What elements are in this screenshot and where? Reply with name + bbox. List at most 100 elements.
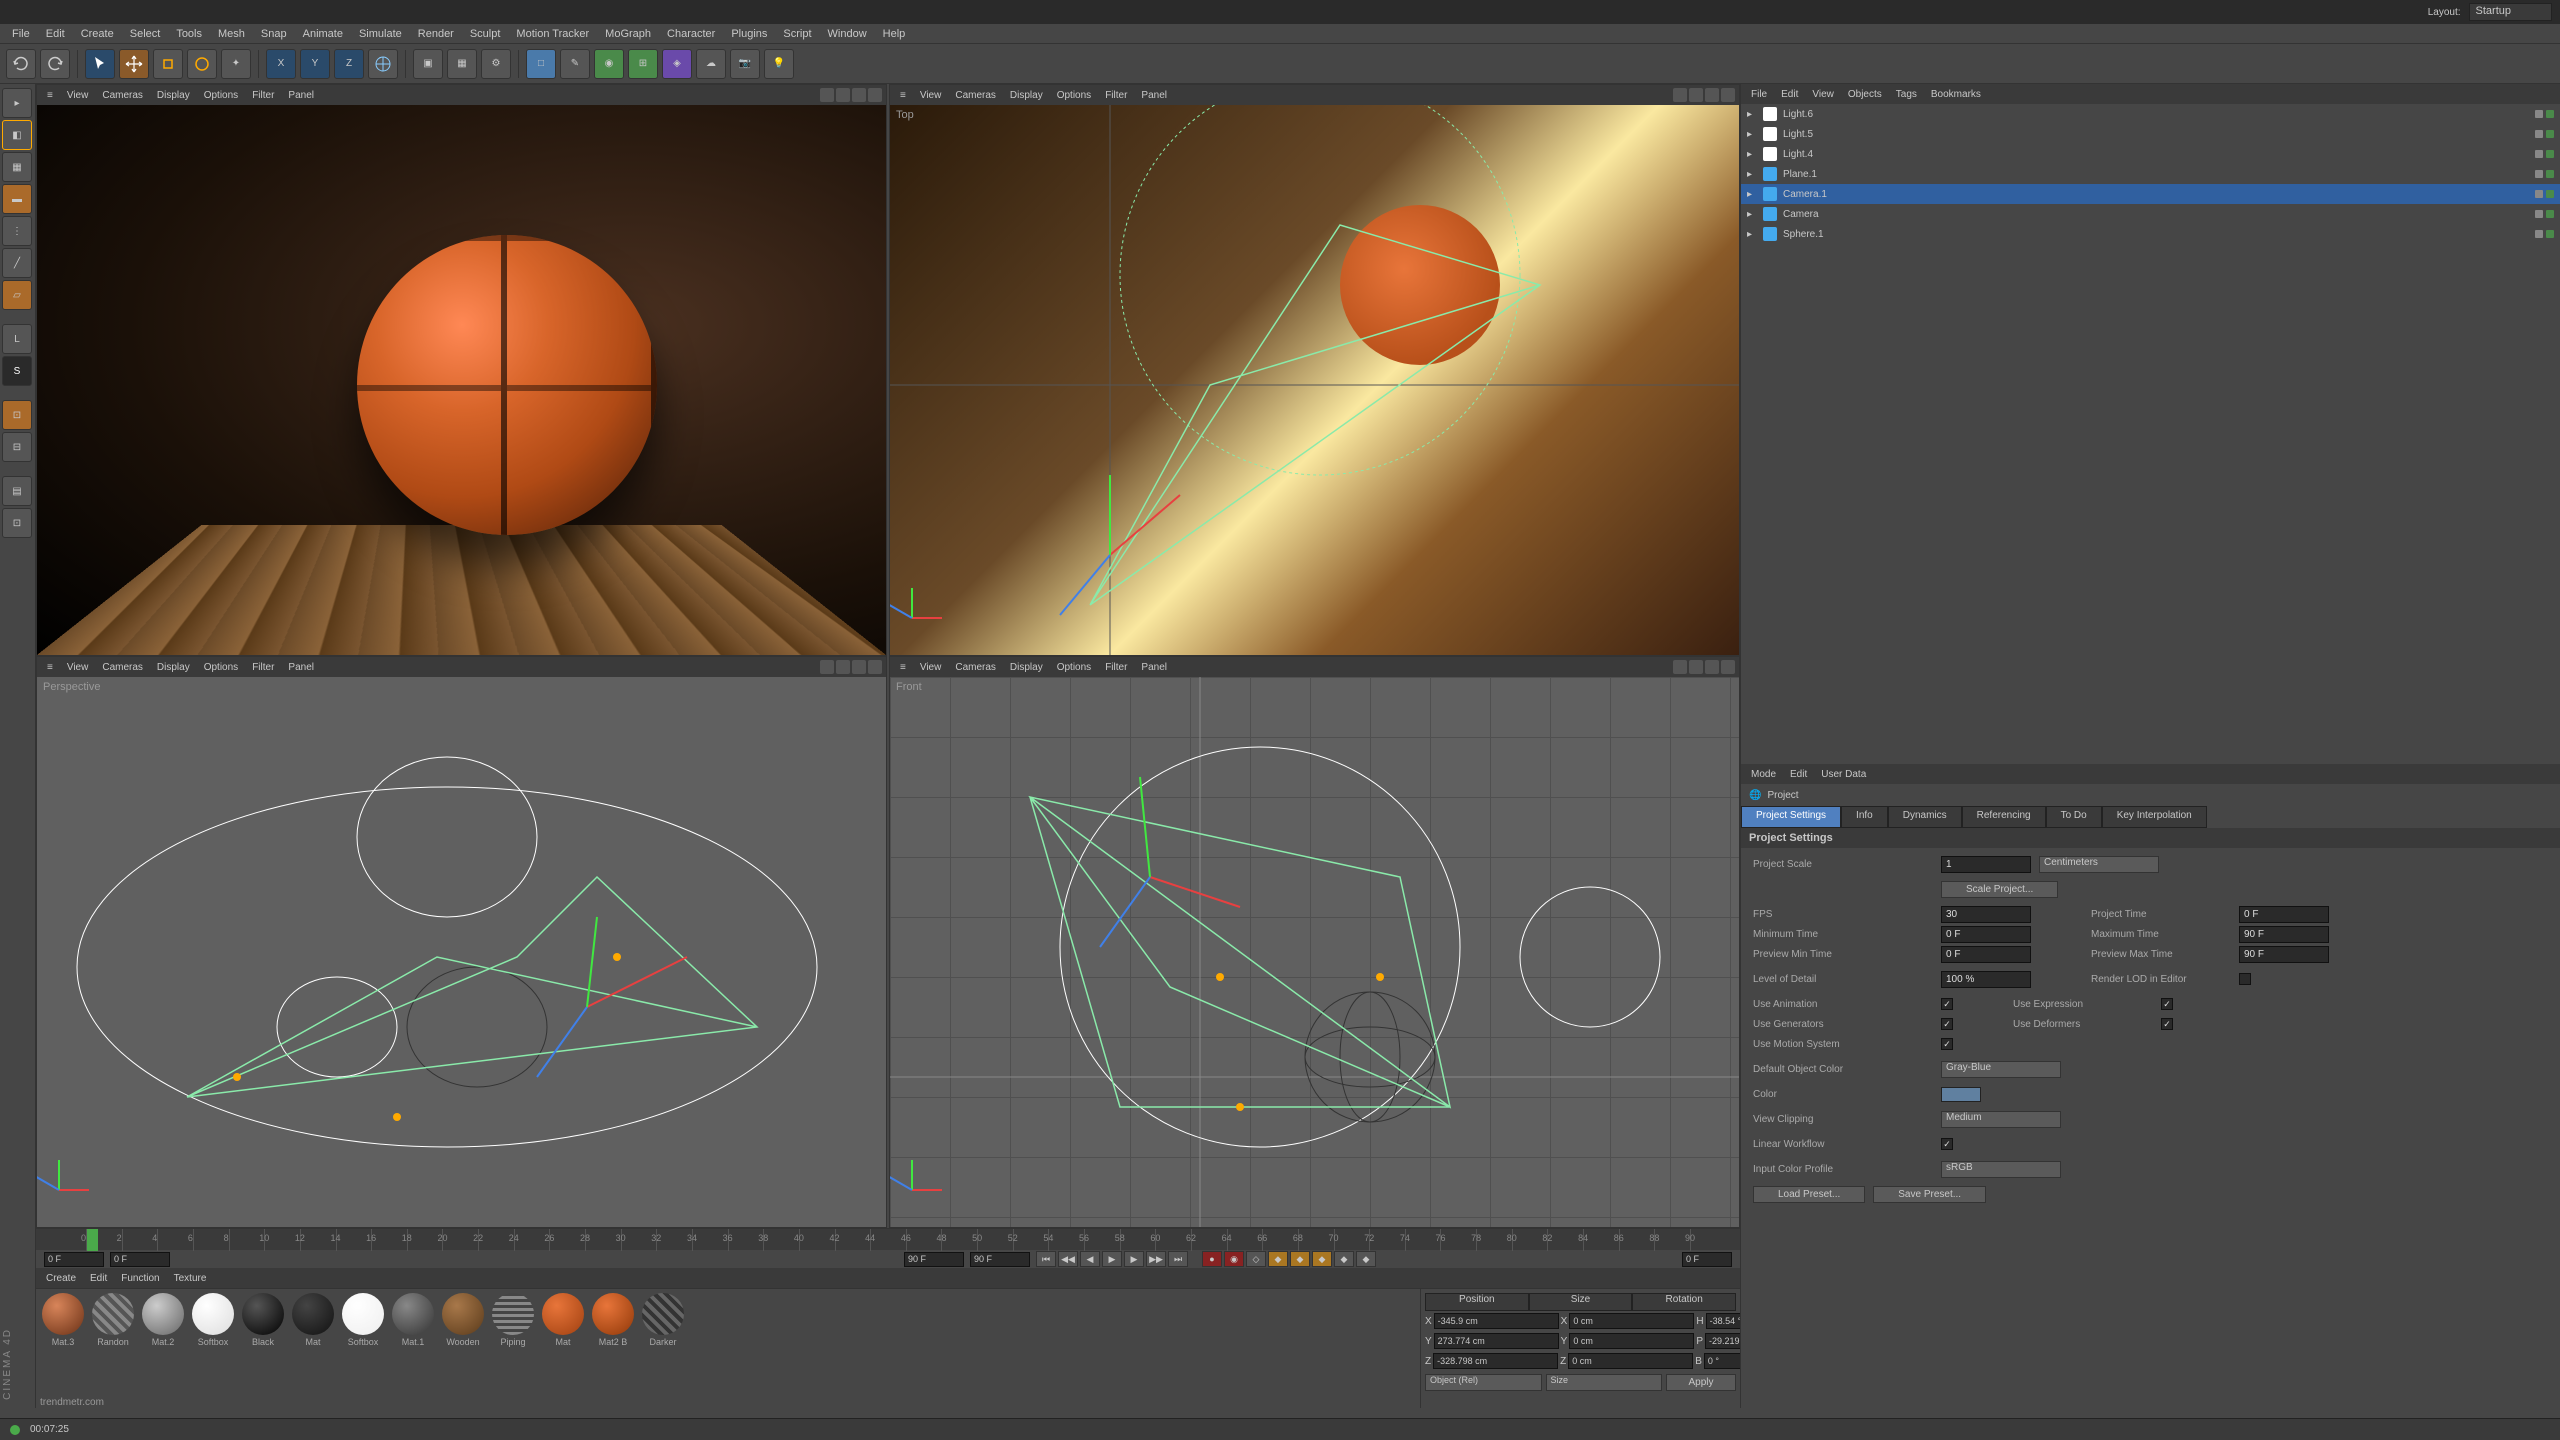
prev-min-input[interactable]	[1941, 946, 2031, 963]
environment-tool[interactable]: ☁	[696, 49, 726, 79]
viewport-solo[interactable]: S	[2, 356, 32, 386]
render-view-btn[interactable]: ▣	[413, 49, 443, 79]
objmenu-tags[interactable]: Tags	[1890, 87, 1923, 102]
camera-tool[interactable]: 📷	[730, 49, 760, 79]
key-rot[interactable]: ◆	[1312, 1251, 1332, 1267]
use-def-check[interactable]	[2161, 1018, 2173, 1030]
clip-select[interactable]: Medium	[1941, 1111, 2061, 1128]
coord-apply[interactable]: Apply	[1666, 1374, 1736, 1391]
play[interactable]: ▶	[1102, 1251, 1122, 1267]
vmenu-panel[interactable]: Panel	[282, 88, 320, 103]
key-param[interactable]: ◆	[1334, 1251, 1354, 1267]
viewport-grip-icon[interactable]: ≡	[41, 660, 59, 675]
vmenu-filter[interactable]: Filter	[246, 88, 280, 103]
viewport-icon[interactable]	[852, 88, 866, 102]
viewport-icon[interactable]	[1689, 88, 1703, 102]
attrmenu-edit[interactable]: Edit	[1784, 767, 1813, 782]
viewport-icon[interactable]	[1721, 660, 1735, 674]
menu-motion-tracker[interactable]: Motion Tracker	[508, 26, 597, 42]
make-editable[interactable]: ▸	[2, 88, 32, 118]
menu-plugins[interactable]: Plugins	[723, 26, 775, 42]
material-piping[interactable]: Piping	[490, 1293, 536, 1347]
vmenu-options[interactable]: Options	[1051, 88, 1097, 103]
next-frame[interactable]: ▶	[1124, 1251, 1144, 1267]
material-randon[interactable]: Randon	[90, 1293, 136, 1347]
menu-animate[interactable]: Animate	[295, 26, 351, 42]
viewport-grip-icon[interactable]: ≡	[894, 88, 912, 103]
max-time-input[interactable]	[2239, 926, 2329, 943]
viewport-icon[interactable]	[868, 660, 882, 674]
menu-select[interactable]: Select	[122, 26, 169, 42]
cube-primitive[interactable]: □	[526, 49, 556, 79]
timeline-ruler[interactable]: 0246810121416182022242628303234363840424…	[36, 1229, 1740, 1250]
matmenu-function[interactable]: Function	[115, 1271, 165, 1286]
menu-sculpt[interactable]: Sculpt	[462, 26, 509, 42]
vmenu-filter[interactable]: Filter	[246, 660, 280, 675]
viewport-br[interactable]: ≡ViewCamerasDisplayOptionsFilterPanel Fr…	[889, 656, 1740, 1228]
viewport-icon[interactable]	[836, 88, 850, 102]
timeline-frame[interactable]	[1682, 1252, 1732, 1267]
pos-x[interactable]	[1434, 1313, 1559, 1329]
object-light-5[interactable]: ▸Light.5	[1741, 124, 2560, 144]
viewport-bl[interactable]: ≡ViewCamerasDisplayOptionsFilterPanel Pe…	[36, 656, 887, 1228]
objmenu-edit[interactable]: Edit	[1775, 87, 1804, 102]
vmenu-filter[interactable]: Filter	[1099, 660, 1133, 675]
timeline-start[interactable]	[44, 1252, 104, 1267]
objmenu-file[interactable]: File	[1745, 87, 1773, 102]
vmenu-options[interactable]: Options	[198, 88, 244, 103]
move-tool[interactable]	[119, 49, 149, 79]
icp-select[interactable]: sRGB	[1941, 1161, 2061, 1178]
coord-mode-1[interactable]: Object (Rel)	[1425, 1374, 1542, 1391]
prev-key[interactable]: ◀◀	[1058, 1251, 1078, 1267]
viewport-icon[interactable]	[852, 660, 866, 674]
objmenu-objects[interactable]: Objects	[1842, 87, 1888, 102]
material-darker[interactable]: Darker	[640, 1293, 686, 1347]
vmenu-view[interactable]: View	[914, 660, 948, 675]
viewport-icon[interactable]	[836, 660, 850, 674]
material-mat2-b[interactable]: Mat2 B	[590, 1293, 636, 1347]
coord-system[interactable]	[368, 49, 398, 79]
menu-edit[interactable]: Edit	[38, 26, 73, 42]
min-time-input[interactable]	[1941, 926, 2031, 943]
axis-z[interactable]: Z	[334, 49, 364, 79]
axis-mode[interactable]: L	[2, 324, 32, 354]
viewport-icon[interactable]	[868, 88, 882, 102]
matmenu-edit[interactable]: Edit	[84, 1271, 113, 1286]
key-scale[interactable]: ◆	[1290, 1251, 1310, 1267]
size-x[interactable]	[1569, 1313, 1694, 1329]
model-mode[interactable]: ◧	[2, 120, 32, 150]
deformer-tool[interactable]: ◈	[662, 49, 692, 79]
save-preset-btn[interactable]: Save Preset...	[1873, 1186, 1986, 1203]
size-z[interactable]	[1568, 1353, 1693, 1369]
tab-to-do[interactable]: To Do	[2046, 806, 2102, 828]
object-sphere-1[interactable]: ▸Sphere.1	[1741, 224, 2560, 244]
axis-y[interactable]: Y	[300, 49, 330, 79]
layout-select[interactable]: Startup	[2469, 3, 2552, 21]
object-camera[interactable]: ▸Camera	[1741, 204, 2560, 224]
select-tool[interactable]	[85, 49, 115, 79]
timeline-end[interactable]	[904, 1252, 964, 1267]
vmenu-cameras[interactable]: Cameras	[949, 88, 1002, 103]
vmenu-panel[interactable]: Panel	[1135, 660, 1173, 675]
viewport-icon[interactable]	[820, 88, 834, 102]
use-motion-check[interactable]	[1941, 1038, 1953, 1050]
object-camera-1[interactable]: ▸Camera.1	[1741, 184, 2560, 204]
render-region-btn[interactable]: ▦	[447, 49, 477, 79]
next-key[interactable]: ▶▶	[1146, 1251, 1166, 1267]
tab-info[interactable]: Info	[1841, 806, 1888, 828]
tab-project-settings[interactable]: Project Settings	[1741, 806, 1841, 828]
pos-z[interactable]	[1433, 1353, 1558, 1369]
workplane-lock[interactable]: ⊡	[2, 508, 32, 538]
menu-window[interactable]: Window	[820, 26, 875, 42]
pos-y[interactable]	[1434, 1333, 1559, 1349]
timeline-current[interactable]	[110, 1252, 170, 1267]
viewport-icon[interactable]	[1673, 660, 1687, 674]
playhead[interactable]	[86, 1229, 98, 1251]
object-tree[interactable]: ▸Light.6▸Light.5▸Light.4▸Plane.1▸Camera.…	[1741, 104, 2560, 764]
undo-button[interactable]	[6, 49, 36, 79]
tab-key-interpolation[interactable]: Key Interpolation	[2102, 806, 2207, 828]
vmenu-cameras[interactable]: Cameras	[949, 660, 1002, 675]
tab-referencing[interactable]: Referencing	[1962, 806, 2046, 828]
workplane-x[interactable]: ▤	[2, 476, 32, 506]
viewport-grip-icon[interactable]: ≡	[894, 660, 912, 675]
